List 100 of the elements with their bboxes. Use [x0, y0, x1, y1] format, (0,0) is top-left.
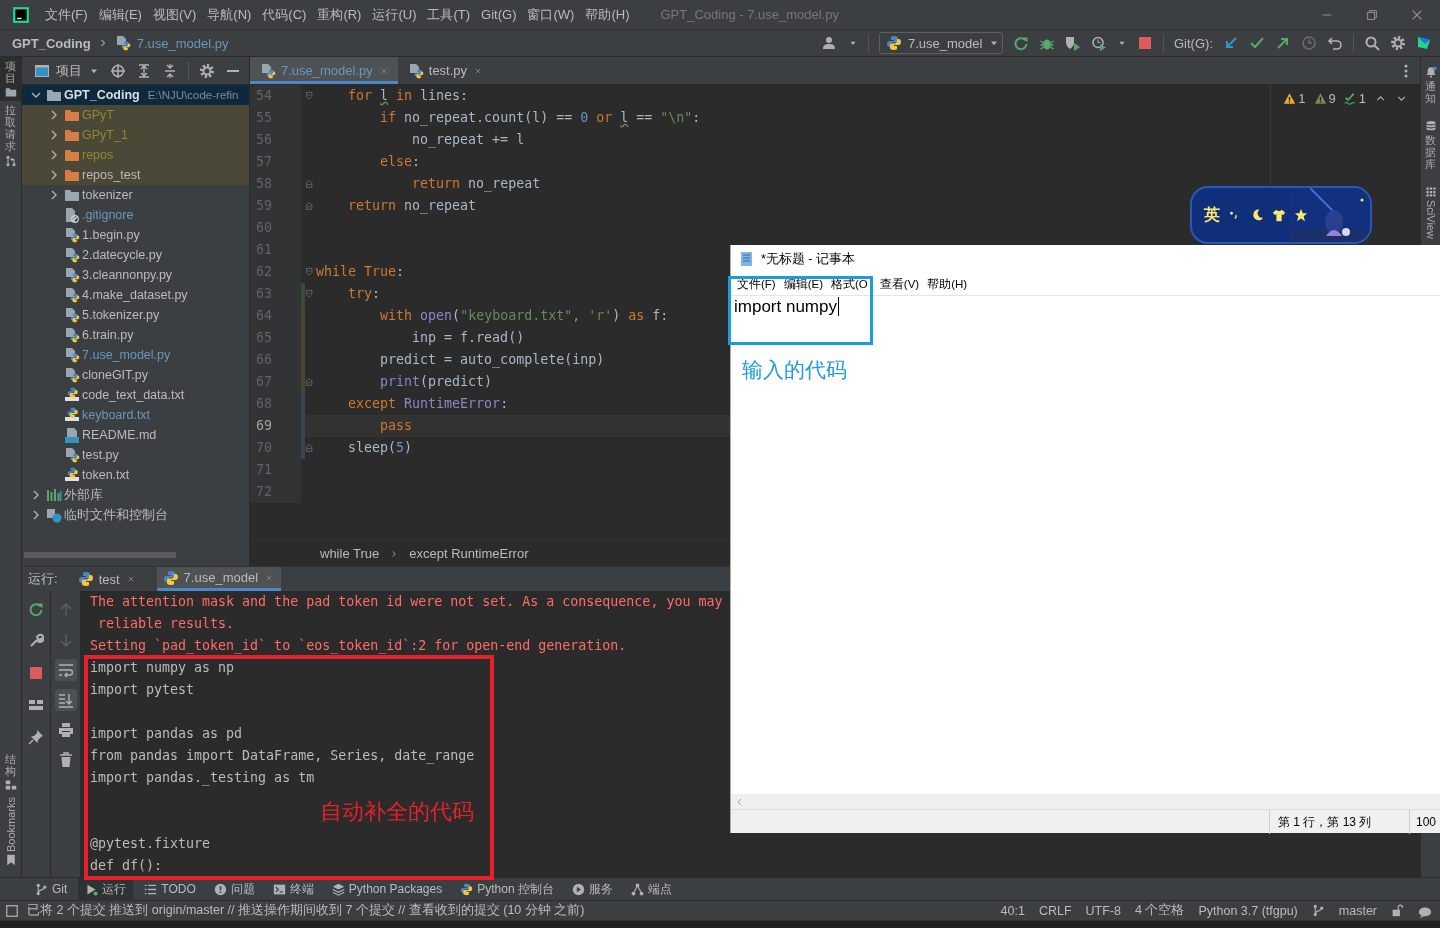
- menu-item[interactable]: 重构(R): [317, 5, 362, 24]
- fold-marker-icon[interactable]: [305, 376, 316, 388]
- star-icon[interactable]: [1294, 208, 1308, 222]
- moon-icon[interactable]: [1250, 208, 1264, 222]
- tool-window-button[interactable]: 服务: [564, 877, 620, 901]
- menu-item[interactable]: 文件(F): [45, 5, 88, 24]
- shirt-icon[interactable]: [1272, 208, 1286, 222]
- toolbox-logo-icon[interactable]: [1416, 35, 1432, 51]
- tool-window-button[interactable]: Git: [28, 877, 75, 901]
- inspection-count[interactable]: 1: [1298, 91, 1306, 106]
- menu-item[interactable]: 编辑(E): [783, 276, 824, 292]
- revert-icon[interactable]: [1327, 35, 1343, 51]
- coverage-icon[interactable]: [1065, 35, 1081, 51]
- run-tab[interactable]: 7.use_model: [156, 567, 282, 591]
- tool-window-button[interactable]: 项目: [0, 57, 21, 102]
- layout-icon[interactable]: [28, 697, 44, 713]
- fold-marker-icon[interactable]: [305, 178, 316, 190]
- profiler-icon[interactable]: [1091, 35, 1107, 51]
- scrollbar-thumb[interactable]: [24, 552, 176, 558]
- menu-item[interactable]: 查看(V): [879, 276, 920, 292]
- run-config-dropdown[interactable]: 7.use_model: [879, 32, 1003, 54]
- menu-item[interactable]: 文件(F): [737, 276, 776, 292]
- scroll-to-end-icon[interactable]: [57, 692, 74, 708]
- pin-icon[interactable]: [28, 729, 44, 745]
- user-icon[interactable]: [822, 35, 838, 51]
- tree-item[interactable]: cloneGIT.py: [22, 365, 249, 385]
- ime-mode-label[interactable]: 英: [1204, 204, 1220, 226]
- tool-window-button[interactable]: 终端: [265, 877, 321, 901]
- breadcrumb-item[interactable]: except RuntimeError: [409, 546, 529, 561]
- menu-item[interactable]: 帮助(H): [585, 5, 630, 24]
- stop-icon[interactable]: [28, 665, 44, 681]
- soft-wrap-icon[interactable]: [57, 662, 74, 678]
- status-item[interactable]: 40:1: [1000, 903, 1025, 918]
- tree-item[interactable]: 3.cleannonpy.py: [22, 265, 249, 285]
- editor-tab[interactable]: test.py: [397, 57, 493, 84]
- locate-icon[interactable]: [110, 62, 126, 79]
- rerun-icon[interactable]: [28, 601, 44, 617]
- tool-window-button[interactable]: Bookmarks: [0, 793, 21, 869]
- status-item[interactable]: master: [1338, 903, 1377, 918]
- tool-window-button[interactable]: Python 控制台: [453, 877, 561, 901]
- tree-item[interactable]: 2.datecycle.py: [22, 245, 249, 265]
- breadcrumb-item[interactable]: GPT_Coding: [12, 35, 91, 51]
- typo-check-icon[interactable]: [1343, 92, 1357, 105]
- menu-item[interactable]: 运行(U): [372, 5, 417, 24]
- tree-item[interactable]: tokenizer: [22, 185, 249, 205]
- menu-item[interactable]: Git(G): [481, 7, 517, 22]
- settings-icon[interactable]: [199, 62, 215, 79]
- stop-icon[interactable]: [1137, 35, 1153, 51]
- tree-item[interactable]: .gitignore: [22, 205, 249, 225]
- menu-item[interactable]: 导航(N): [207, 5, 252, 24]
- menu-item[interactable]: 视图(V): [152, 5, 197, 24]
- fold-marker-icon[interactable]: [305, 442, 316, 454]
- fold-marker-icon[interactable]: [305, 288, 316, 300]
- update-arrow-icon[interactable]: [1223, 35, 1239, 51]
- menu-item[interactable]: 工具(T): [427, 5, 471, 24]
- fold-marker-icon[interactable]: [305, 266, 316, 278]
- inspection-count[interactable]: 9: [1328, 91, 1336, 106]
- breadcrumb-item[interactable]: while True: [320, 546, 380, 561]
- tree-item[interactable]: 7.use_model.py: [22, 345, 249, 365]
- warning-icon[interactable]: [1283, 92, 1297, 105]
- fold-marker-icon[interactable]: [305, 90, 316, 102]
- square-icon[interactable]: [5, 903, 19, 918]
- commit-check-icon[interactable]: [1249, 35, 1265, 51]
- tree-item[interactable]: 临时文件和控制台: [22, 505, 249, 525]
- tree-item[interactable]: 外部库: [22, 485, 249, 505]
- menu-item[interactable]: 编辑(E): [98, 5, 142, 24]
- breadcrumb-item[interactable]: 7.use_model.py: [136, 35, 229, 51]
- tree-item[interactable]: GPT_Coding E:\NJU\code-refin: [22, 85, 249, 105]
- tree-item[interactable]: 1.begin.py: [22, 225, 249, 245]
- tool-window-button[interactable]: 通知: [1420, 63, 1440, 108]
- run-tab[interactable]: test: [71, 567, 143, 591]
- wrench-icon[interactable]: [28, 633, 44, 649]
- print-icon[interactable]: [57, 722, 74, 738]
- menu-item[interactable]: 窗口(W): [527, 5, 575, 24]
- tree-item[interactable]: 6.train.py: [22, 325, 249, 345]
- settings-icon[interactable]: [1390, 35, 1406, 51]
- history-icon[interactable]: [1301, 35, 1317, 51]
- tree-item[interactable]: keyboard.txt: [22, 405, 249, 425]
- tool-window-button[interactable]: 结构: [0, 749, 21, 794]
- tree-item[interactable]: test.py: [22, 445, 249, 465]
- status-item[interactable]: UTF-8: [1085, 903, 1121, 918]
- status-item[interactable]: 4 个空格: [1135, 902, 1185, 919]
- trash-icon[interactable]: [57, 752, 74, 768]
- collapse-all-icon[interactable]: [162, 62, 178, 79]
- tool-window-button[interactable]: Python Packages: [324, 877, 450, 901]
- tool-window-button[interactable]: SciView: [1420, 183, 1440, 243]
- project-view-dropdown[interactable]: 项目: [34, 61, 100, 80]
- tool-window-button[interactable]: 端点: [623, 877, 679, 901]
- tree-item[interactable]: token.txt: [22, 465, 249, 485]
- tool-window-button[interactable]: 问题: [206, 877, 262, 901]
- tree-item[interactable]: 5.tokenizer.py: [22, 305, 249, 325]
- expand-all-icon[interactable]: [136, 62, 152, 79]
- weak-warning-icon[interactable]: [1313, 92, 1327, 105]
- status-item[interactable]: Python 3.7 (tfgpu): [1198, 903, 1298, 918]
- tool-window-button[interactable]: TODO: [137, 877, 203, 901]
- restore-icon[interactable]: [1365, 7, 1379, 22]
- tree-item[interactable]: README.md: [22, 425, 249, 445]
- tree-item[interactable]: repos_test: [22, 165, 249, 185]
- push-arrow-icon[interactable]: [1275, 35, 1291, 51]
- inspection-count[interactable]: 1: [1358, 91, 1366, 106]
